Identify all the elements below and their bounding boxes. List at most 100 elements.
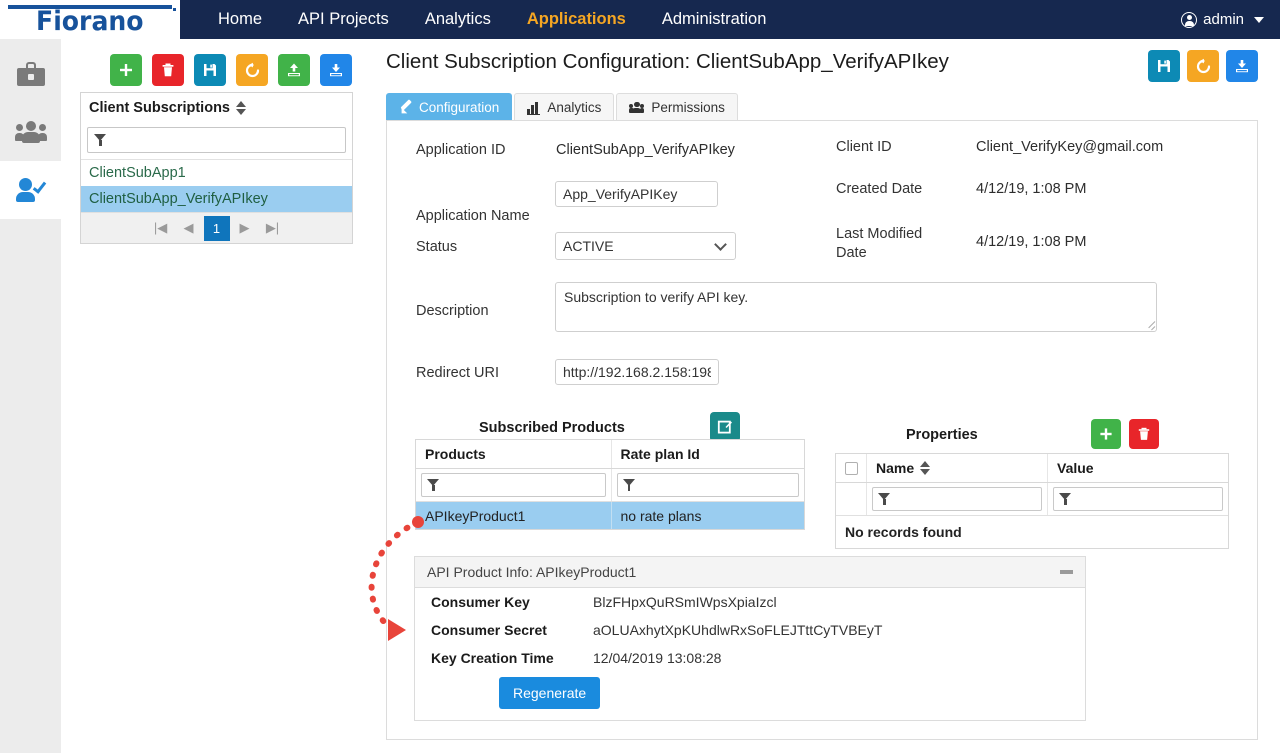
rail-item-groups[interactable]: [0, 103, 61, 161]
application-name-input[interactable]: [555, 181, 718, 207]
column-header-products[interactable]: Products: [416, 440, 612, 468]
sort-icon[interactable]: [236, 101, 246, 115]
column-header-name[interactable]: Name: [867, 454, 1048, 482]
filter-input-rate-plan[interactable]: [617, 473, 800, 497]
tab-configuration-label: Configuration: [419, 100, 499, 115]
client-subscriptions-list: ClientSubApp1 ClientSubApp_VerifyAPIkey: [81, 159, 352, 212]
user-account-icon: [1181, 12, 1197, 28]
filter-cell-value: [1048, 483, 1228, 515]
upload-button[interactable]: [278, 54, 310, 86]
pencil-icon: [399, 101, 412, 114]
edit-products-button[interactable]: [710, 412, 740, 442]
nav-item-analytics[interactable]: Analytics: [407, 0, 509, 39]
client-subscriptions-filter-input[interactable]: [87, 127, 346, 153]
minus-icon[interactable]: [1060, 570, 1073, 574]
left-icon-rail: [0, 39, 61, 753]
column-header-value[interactable]: Value: [1048, 454, 1228, 482]
status-select[interactable]: ACTIVE: [555, 232, 736, 260]
user-name-label: admin: [1203, 11, 1244, 28]
add-button[interactable]: [110, 54, 142, 86]
subscribed-products-actions: [710, 412, 740, 442]
chevron-down-icon: [1254, 17, 1264, 23]
tab-analytics[interactable]: Analytics: [514, 93, 614, 121]
add-property-button[interactable]: [1091, 419, 1121, 449]
subscribed-products-table: Products Rate plan Id APIkeyProduct1 no …: [415, 439, 805, 530]
filter-cell-products: [416, 469, 612, 501]
download-button[interactable]: [1226, 50, 1258, 82]
pagination-first[interactable]: |◀: [148, 217, 174, 240]
filter-cell-name: [867, 483, 1048, 515]
pagination-last[interactable]: ▶|: [260, 217, 286, 240]
properties-filter-row: [836, 483, 1228, 516]
filter-input-products[interactable]: [421, 473, 606, 497]
download-button[interactable]: [320, 54, 352, 86]
table-row[interactable]: APIkeyProduct1 no rate plans: [416, 502, 804, 529]
pagination: |◀ ◀ 1 ▶ ▶|: [81, 212, 352, 243]
regenerate-button[interactable]: Regenerate: [499, 677, 600, 709]
logo-text: Fiorano: [36, 8, 143, 35]
api-product-info-title: API Product Info: APIkeyProduct1: [427, 564, 636, 580]
nav-item-api-projects[interactable]: API Projects: [280, 0, 407, 39]
rail-item-projects[interactable]: [0, 45, 61, 103]
nav-item-applications[interactable]: Applications: [509, 0, 644, 39]
filter-icon: [878, 493, 891, 505]
bar-chart-icon: [527, 102, 540, 114]
properties-empty-message: No records found: [836, 516, 1228, 548]
pagination-page-1[interactable]: 1: [204, 216, 230, 241]
redirect-uri-label: Redirect URI: [416, 365, 499, 381]
fiorano-logo[interactable]: Fiorano: [0, 0, 180, 39]
people-icon: [629, 102, 644, 113]
delete-property-button[interactable]: [1129, 419, 1159, 449]
subscribed-products-filter-row: [416, 469, 804, 502]
page-title: Client Subscription Configuration: Clien…: [386, 50, 949, 74]
filter-input-value[interactable]: [1053, 487, 1223, 511]
application-id-label: Application ID: [416, 142, 505, 158]
pagination-next[interactable]: ▶: [232, 217, 258, 240]
description-textarea[interactable]: [555, 282, 1157, 332]
list-toolbar: [110, 54, 352, 86]
sort-icon[interactable]: [920, 461, 930, 475]
refresh-button[interactable]: [236, 54, 268, 86]
save-button[interactable]: [194, 54, 226, 86]
user-menu[interactable]: admin: [1181, 0, 1280, 39]
configuration-panel: Application ID ClientSubApp_VerifyAPIkey…: [386, 120, 1258, 740]
delete-button[interactable]: [152, 54, 184, 86]
tab-configuration[interactable]: Configuration: [386, 93, 512, 121]
cell-rate-plan: no rate plans: [612, 502, 805, 529]
rail-item-client-subscriptions[interactable]: [0, 161, 61, 219]
client-subscriptions-filter-wrap: [81, 123, 352, 159]
description-label: Description: [416, 303, 489, 319]
client-id-label: Client ID: [836, 139, 892, 155]
filter-cell-blank: [836, 483, 867, 515]
redirect-uri-input[interactable]: [555, 359, 719, 385]
last-modified-date-value: 4/12/19, 1:08 PM: [976, 234, 1086, 250]
filter-cell-rate-plan: [612, 469, 805, 501]
filter-input-name[interactable]: [872, 487, 1042, 511]
save-button[interactable]: [1148, 50, 1180, 82]
api-product-info-header: API Product Info: APIkeyProduct1: [415, 557, 1085, 588]
properties-actions: [1091, 419, 1159, 449]
nav-item-home[interactable]: Home: [200, 0, 280, 39]
column-header-rate-plan-id[interactable]: Rate plan Id: [612, 440, 805, 468]
pagination-prev[interactable]: ◀: [176, 217, 202, 240]
consumer-secret-value: aOLUAxhytXpKUhdlwRxSoFLEJTttCyTVBEyT: [593, 622, 882, 638]
client-subscriptions-title: Client Subscriptions: [89, 100, 230, 116]
nav-items: Home API Projects Analytics Applications…: [200, 0, 784, 39]
cell-product-name: APIkeyProduct1: [416, 502, 612, 529]
nav-item-administration[interactable]: Administration: [644, 0, 785, 39]
select-all-checkbox[interactable]: [845, 462, 858, 475]
tab-permissions[interactable]: Permissions: [616, 93, 738, 121]
briefcase-icon: [17, 62, 45, 86]
tab-permissions-label: Permissions: [651, 100, 725, 115]
subscribed-products-title: Subscribed Products: [479, 420, 625, 436]
api-product-info-body: Consumer Key BlzFHpxQuRSmIWpsXpiaIzcl Co…: [415, 588, 1085, 720]
properties-header-row: Name Value: [836, 454, 1228, 483]
subscribed-products-header-row: Products Rate plan Id: [416, 440, 804, 469]
filter-icon: [623, 479, 636, 491]
list-item[interactable]: ClientSubApp_VerifyAPIkey: [81, 186, 352, 212]
user-check-icon: [16, 178, 46, 202]
created-date-label: Created Date: [836, 181, 922, 197]
application-id-value: ClientSubApp_VerifyAPIkey: [556, 142, 735, 158]
refresh-button[interactable]: [1187, 50, 1219, 82]
list-item[interactable]: ClientSubApp1: [81, 160, 352, 186]
